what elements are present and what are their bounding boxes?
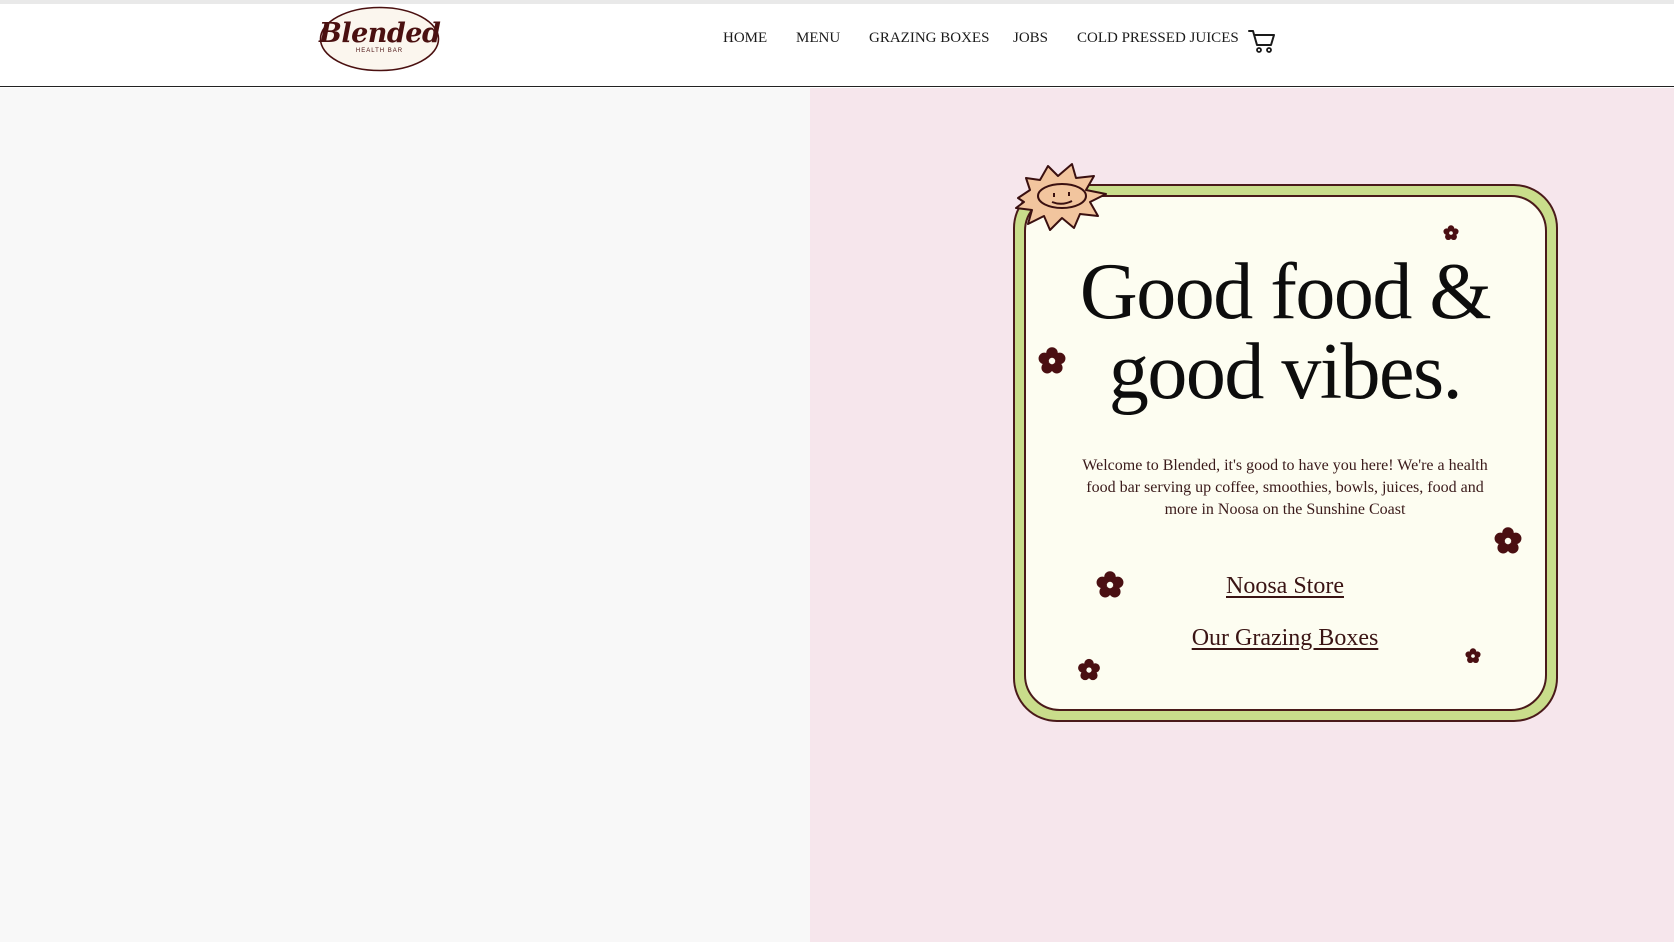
- flower-icon: [1442, 224, 1460, 242]
- nav-jobs[interactable]: JOBS: [1013, 30, 1048, 47]
- hero-headline: Good food & good vibes.: [1030, 252, 1540, 412]
- main-nav: HOME MENU GRAZING BOXES JOBS COLD PRESSE…: [0, 30, 1674, 54]
- nav-grazing-boxes[interactable]: GRAZING BOXES: [869, 30, 989, 47]
- nav-cold-pressed-juices[interactable]: COLD PRESSED JUICES: [1077, 30, 1239, 47]
- flower-icon: [1094, 569, 1126, 601]
- flower-icon: [1464, 647, 1482, 665]
- flower-icon: [1076, 657, 1102, 683]
- headline-line-2: good vibes.: [1108, 328, 1463, 416]
- sun-face-icon: [1010, 158, 1110, 234]
- nav-home[interactable]: HOME: [723, 30, 767, 47]
- hero-left-panel: [0, 88, 810, 942]
- hero-intro: Welcome to Blended, it's good to have yo…: [1082, 457, 1488, 518]
- flower-icon: [1036, 345, 1068, 377]
- headline-line-1: Good food &: [1079, 248, 1492, 336]
- site-header: Blended HEALTH BAR HOME MENU GRAZING BOX…: [0, 4, 1674, 87]
- flower-icon: [1492, 525, 1524, 557]
- nav-menu[interactable]: MENU: [796, 30, 840, 47]
- cart-icon[interactable]: [1248, 28, 1276, 54]
